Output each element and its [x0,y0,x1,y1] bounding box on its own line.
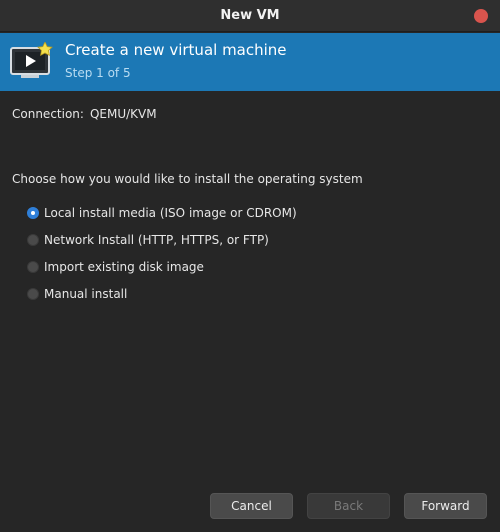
install-method-group: Local install media (ISO image or CDROM)… [27,199,297,307]
new-vm-window: New VM Create a new virtual machine Step… [0,0,500,532]
cancel-button[interactable]: Cancel [210,493,293,519]
window-title: New VM [220,8,280,23]
forward-button[interactable]: Forward [404,493,487,519]
radio-network[interactable] [27,233,39,246]
monitor-play-star-icon [10,42,53,78]
option-label: Import existing disk image [44,259,204,274]
install-option-network[interactable]: Network Install (HTTP, HTTPS, or FTP) [27,226,297,253]
install-option-import-disk[interactable]: Import existing disk image [27,253,297,280]
wizard-step: Step 1 of 5 [65,66,131,80]
wizard-banner: Create a new virtual machine Step 1 of 5 [0,33,500,91]
radio-import-disk[interactable] [27,260,39,273]
connection-label: Connection: [12,107,84,121]
install-prompt: Choose how you would like to install the… [12,172,363,186]
radio-local-media[interactable] [27,206,39,219]
option-label: Network Install (HTTP, HTTPS, or FTP) [44,232,269,247]
option-label: Local install media (ISO image or CDROM) [44,205,297,220]
wizard-title: Create a new virtual machine [65,41,287,59]
connection-row: Connection: QEMU/KVM [12,107,157,121]
install-option-manual[interactable]: Manual install [27,280,297,307]
back-button[interactable]: Back [307,493,390,519]
radio-manual[interactable] [27,287,39,300]
connection-value: QEMU/KVM [89,107,157,121]
option-label: Manual install [44,286,128,301]
install-option-local-media[interactable]: Local install media (ISO image or CDROM) [27,199,297,226]
close-button[interactable] [474,9,488,23]
titlebar: New VM [0,0,500,32]
